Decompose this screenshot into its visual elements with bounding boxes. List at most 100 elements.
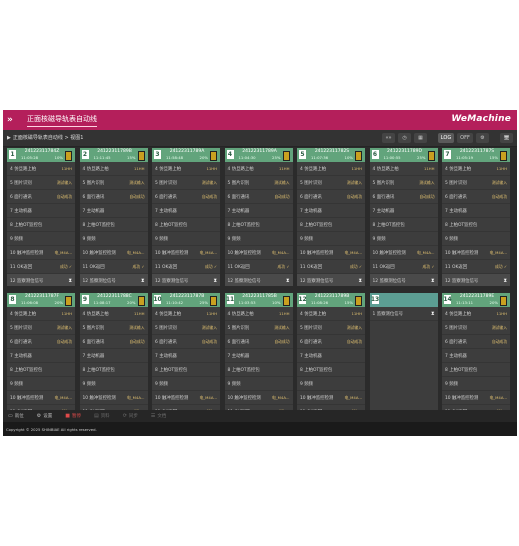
row-value: 电_M4A... (54, 394, 72, 400)
settings-button[interactable]: ⚙ (476, 133, 489, 143)
row-value: 自动成功 (56, 338, 72, 344)
status-row: 4 仿旦路上柏 11HH (442, 307, 510, 321)
card-header: 13 (369, 293, 438, 307)
doc-button[interactable]: ▤ 资料 (94, 413, 110, 419)
station-card[interactable]: 6 24122311789D 11:00:55 25% 4 仿旦路上柏 11HH 5… (369, 148, 438, 286)
card-meta: 11:05:19 15% (456, 155, 498, 160)
row-value: 成功 ✓ (60, 263, 72, 269)
log-button[interactable]: LOG (438, 133, 454, 143)
row-value: 11HH (61, 166, 72, 171)
row-label: 7 主动机器 (300, 353, 322, 359)
row-label: 11 OK返回 (10, 264, 33, 270)
monitor-button[interactable]: ▭ 就位 (8, 413, 24, 419)
station-card[interactable]: 3 24122311789A 11:58:48 20% 4 仿旦路上柏 11HH 5… (152, 148, 220, 286)
station-card[interactable]: 1 24122311784Z 11:05:28 10% 4 仿旦路上柏 11HH 5… (7, 148, 75, 286)
station-card[interactable]: 9 24122311788C 11:08:17 20% 4 仿旦路上柏 11HH 5… (79, 293, 148, 410)
battery-icon (137, 151, 145, 161)
station-card[interactable]: 11 24122311785B 11:03:53 10% 4 仿旦路上柏 11HH … (224, 293, 293, 410)
station-card[interactable]: 8 24122311787F 11:06:08 20% 4 仿旦路上柏 11HH 5… (7, 293, 75, 410)
row-label: 4 仿旦路上柏 (445, 311, 472, 317)
card-percent: 15% (344, 300, 353, 305)
status-row: 5 图片识别 测试输入 (224, 321, 293, 335)
station-card[interactable]: 5 24122311782S 11:07:36 10% 4 仿旦路上柏 11HH 5… (297, 148, 365, 286)
row-label: 10 触冲监控检测 (82, 250, 116, 256)
display-button[interactable]: 🖥 (500, 133, 513, 143)
clock-button[interactable]: ◷ (398, 133, 411, 143)
card-time: 11:06:08 (21, 300, 39, 305)
row-label: 7 主动机器 (372, 208, 395, 214)
station-card[interactable]: 2 24122311789B 11:11:45 15% 4 仿旦路上柏 11HH 5… (79, 148, 148, 286)
status-row: 6 面行通讯 自动成功 (7, 190, 75, 204)
part-code: 24122311789B (314, 294, 350, 299)
triangle-right-icon: ▶ (7, 134, 11, 141)
station-card[interactable]: 4 24122311789A 11:04:30 25% 4 仿旦路上柏 11HH 5… (224, 148, 293, 286)
card-time: 11:00:55 (383, 155, 401, 160)
expand-button[interactable]: «» (382, 133, 395, 143)
card-percent: 25% (199, 300, 208, 305)
row-value: 测试输入 (491, 179, 507, 185)
station-card[interactable]: 14 24122311789E 11:13:11 20% 4 仿旦路上柏 11HH … (442, 293, 510, 410)
row-value: 电_M4A... (126, 394, 145, 400)
card-meta: 11:11:45 15% (94, 155, 136, 160)
list-button[interactable]: ☰ 文档 (151, 413, 166, 419)
station-card[interactable]: 12 24122311789B 11:08:26 15% 4 仿旦路上柏 11HH … (297, 293, 365, 410)
battery-icon (282, 296, 290, 306)
status-row: 9 频频 (224, 377, 293, 391)
row-value: 测试输入 (346, 324, 362, 330)
status-row: 8 上柏OT监控包 (79, 363, 148, 377)
card-percent: 15% (489, 155, 498, 160)
status-row: 11 OK返回 成功 ✓ (152, 260, 220, 274)
status-row: 11 OK返回 成功 ✓ (442, 260, 510, 274)
status-row: 10 触冲监控检测 电_M4A... (7, 246, 75, 260)
grid-button[interactable]: ▦ (414, 133, 427, 143)
station-grid: 1 24122311784Z 11:05:28 10% 4 仿旦路上柏 11HH 5… (7, 148, 515, 410)
station-card[interactable]: 10 24122311787B 11:10:42 25% 4 仿旦路上柏 11HH … (152, 293, 220, 410)
status-row: 6 面行通讯 自动成功 (79, 335, 148, 349)
card-header: 6 24122311789D 11:00:55 25% (369, 148, 438, 162)
card-header: 3 24122311789A 11:58:48 20% (152, 148, 220, 162)
card-percent: 10% (344, 155, 353, 160)
status-row: 10 触冲监控检测 电_M4A... (7, 391, 75, 405)
status-row: 11 OK返回 成功 ✓ (224, 260, 293, 274)
off-button[interactable]: OFF (457, 133, 473, 143)
card-time: 11:58:48 (166, 155, 184, 160)
row-label: 10 触冲监控检测 (300, 250, 334, 256)
double-chevron-right-icon[interactable]: » (7, 115, 17, 125)
row-value: 成功 ✓ (277, 263, 290, 269)
row-value: 测试输入 (274, 179, 290, 185)
row-label: 6 面行通讯 (155, 194, 177, 200)
row-value: 电_M4A... (489, 394, 507, 400)
status-row: 7 主动机器 (79, 204, 148, 218)
station-card[interactable]: 7 24122311787S 11:05:19 15% 4 仿旦路上柏 11HH 5… (442, 148, 510, 286)
card-header: 7 24122311787S 11:05:19 15% (442, 148, 510, 162)
station-number: 4 (226, 150, 234, 159)
card-meta: 11:58:48 20% (166, 155, 208, 160)
row-label: 11 OK返回 (82, 264, 105, 270)
status-row: 8 上柏OT监控包 (442, 363, 510, 377)
sync-button[interactable]: ⟳ 同步 (123, 413, 138, 419)
row-label: 9 频频 (82, 381, 96, 387)
card-percent: 20% (199, 155, 208, 160)
row-value: 测试输入 (56, 324, 72, 330)
station-number: 1 (9, 150, 16, 159)
status-row: 12 监察测位信号 ⧗ (224, 274, 293, 286)
status-row: 5 图片识别 测试输入 (442, 321, 510, 335)
stop-button[interactable]: ■ 暂停 (65, 413, 81, 419)
row-value: 自动成功 (346, 193, 362, 199)
row-value: 11HH (133, 166, 145, 171)
row-label: 10 触冲监控检测 (445, 250, 479, 256)
row-label: 5 图片识别 (82, 180, 105, 186)
battery-icon (355, 151, 362, 161)
status-row: 12 监察测位信号 ⧗ (152, 274, 220, 286)
row-label: 9 频频 (155, 236, 168, 242)
part-code: 24122311782S (314, 149, 350, 154)
status-row: 10 触冲监控检测 电_M4A... (79, 246, 148, 260)
part-code: 24122311789A (169, 149, 205, 154)
row-label: 5 图片识别 (10, 180, 32, 186)
gear-button[interactable]: ⚙ 设置 (37, 413, 52, 419)
station-card[interactable]: 13 1 监察测位信号 ⧗ (369, 293, 438, 410)
status-row: 4 仿旦路上柏 11HH (79, 307, 148, 321)
row-label: 9 频频 (10, 381, 23, 387)
status-row: 10 触冲监控检测 电_M4A... (442, 391, 510, 405)
status-row: 4 仿旦路上柏 11HH (297, 162, 365, 176)
